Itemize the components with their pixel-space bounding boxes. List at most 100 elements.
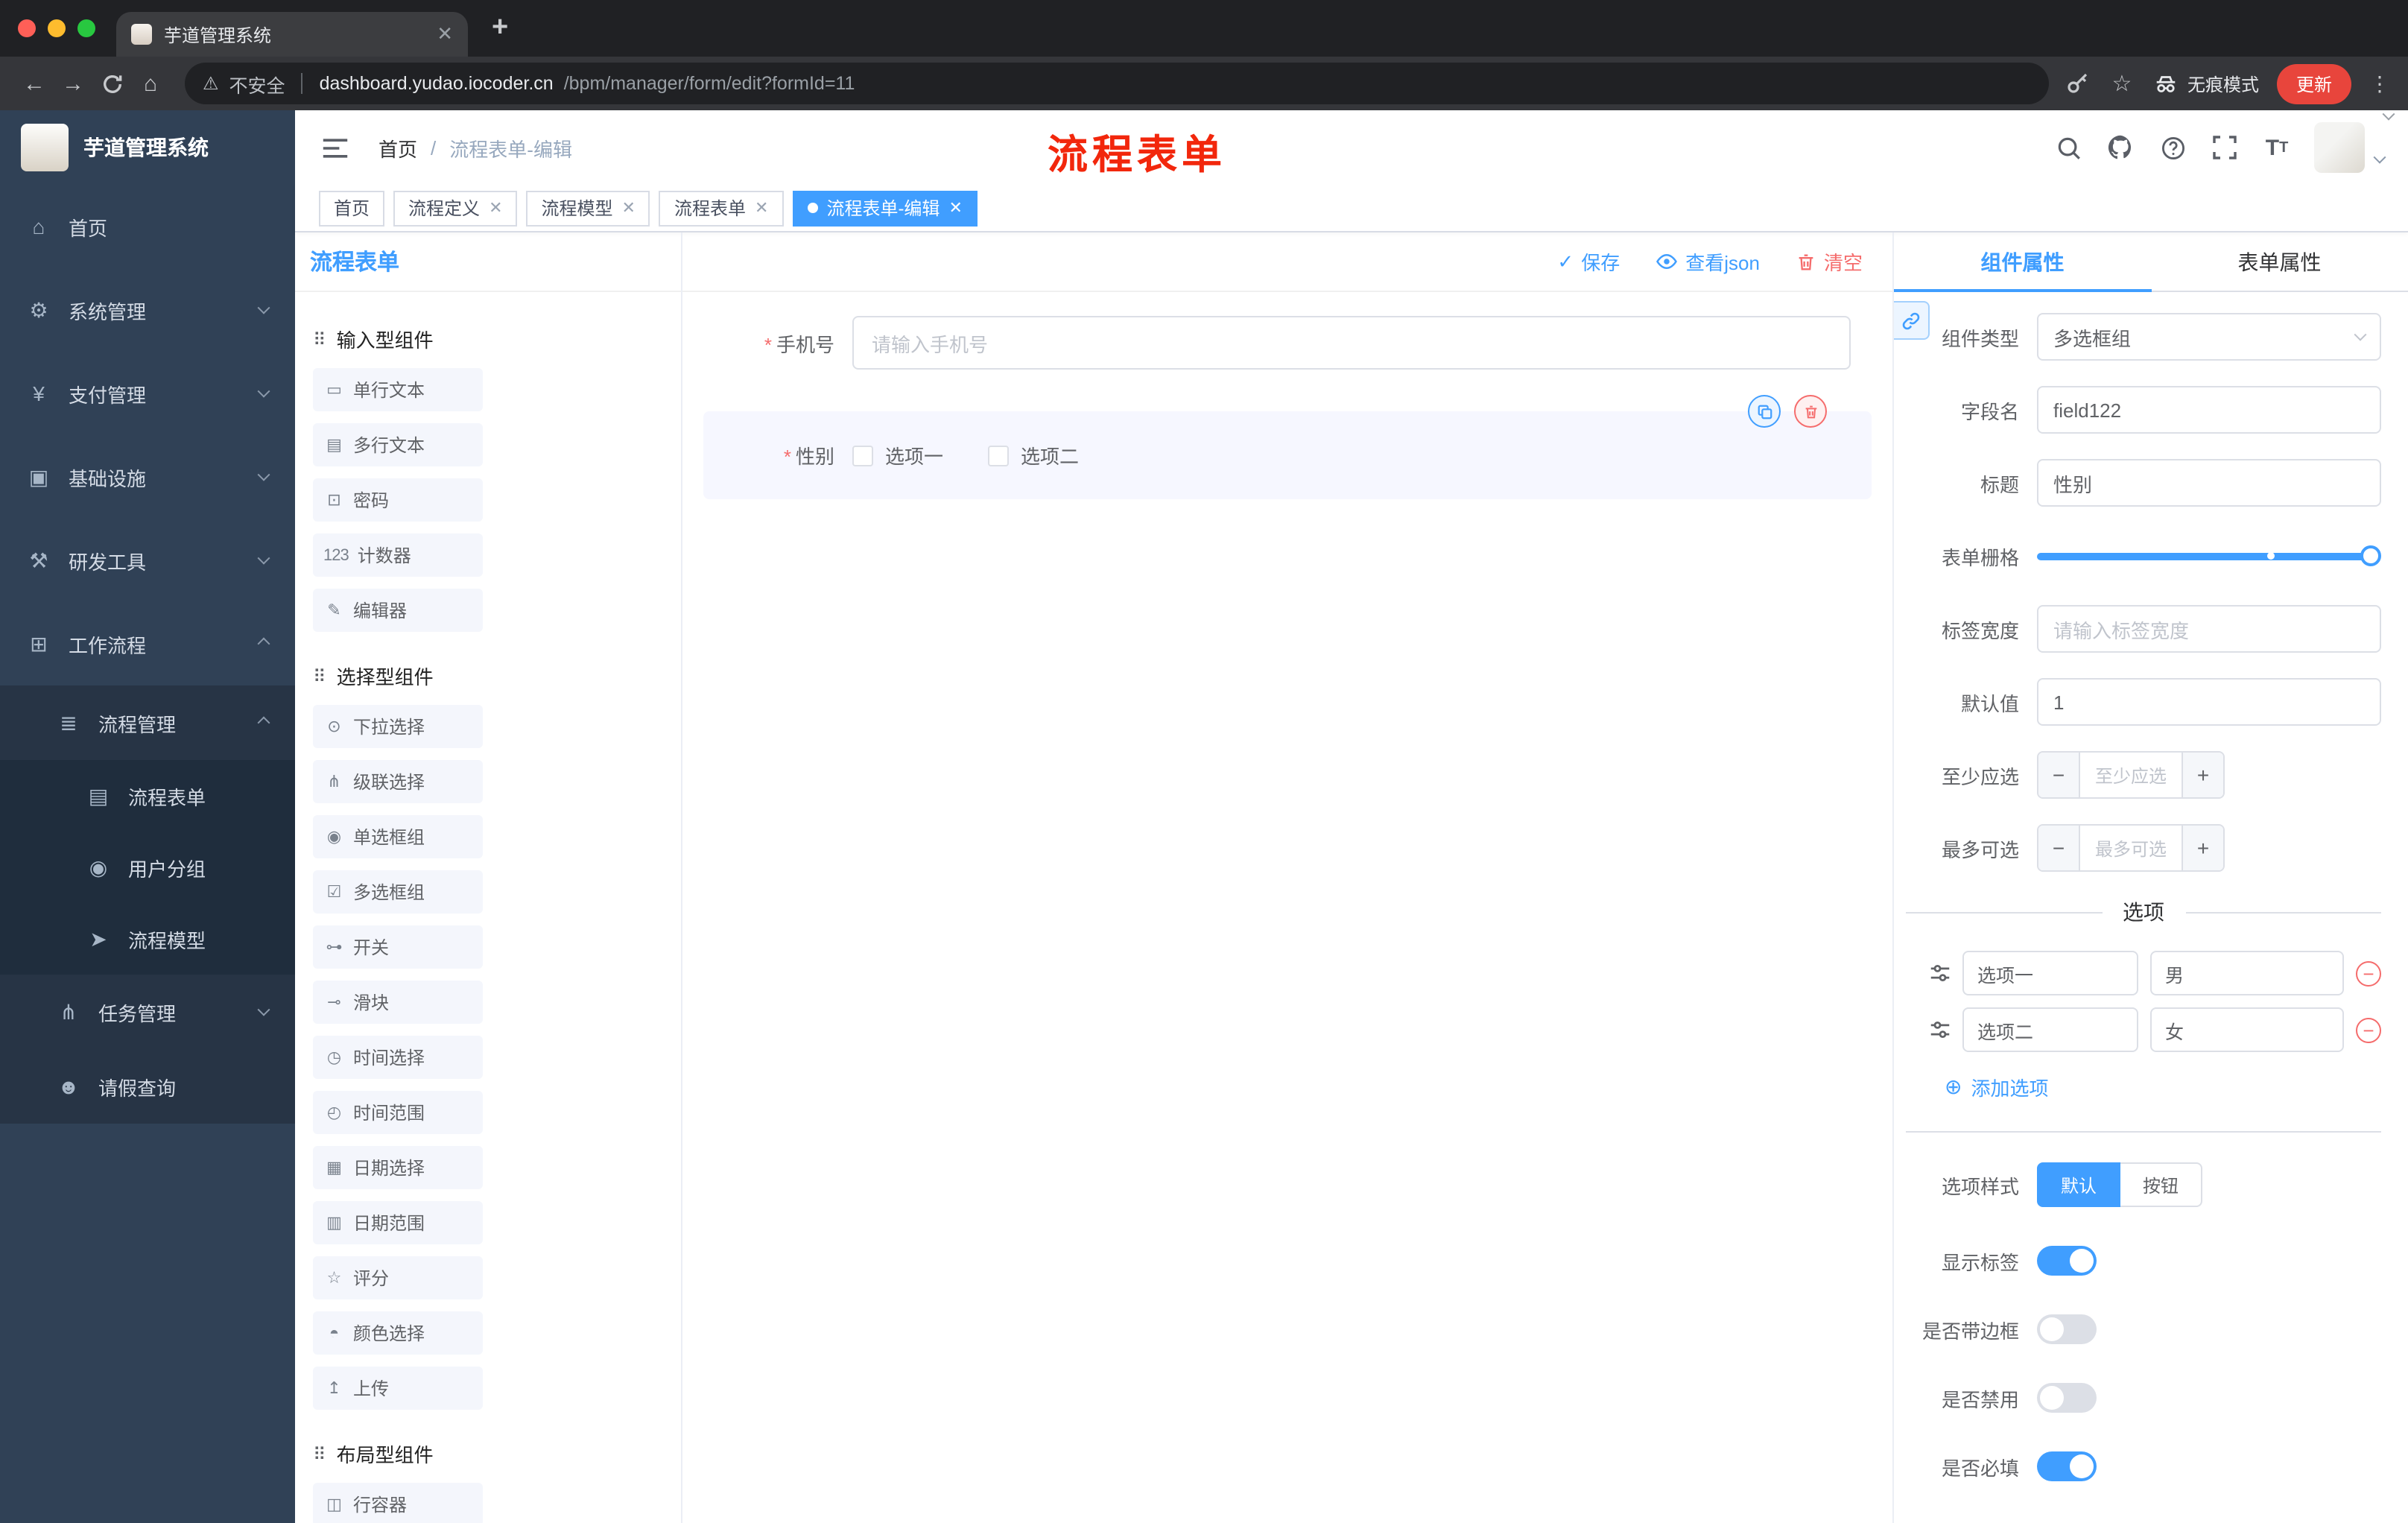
palette-item-single-text[interactable]: ▭ 单行文本 [313,368,483,411]
sidebar-item-process-model[interactable]: ➤ 流程模型 [0,903,295,975]
forward-icon[interactable]: → [54,64,92,103]
palette-item-row-container[interactable]: ◫ 行容器 [313,1483,483,1523]
route-tab-process-model[interactable]: 流程模型 ✕ [526,190,650,226]
sidebar-item-home[interactable]: ⌂ 首页 [0,185,295,268]
option-value-input[interactable]: 男 [2150,951,2344,995]
github-icon[interactable] [2106,133,2135,162]
palette-item-date-picker[interactable]: ▦ 日期选择 [313,1146,483,1189]
save-button[interactable]: ✓ 保存 [1557,247,1620,276]
option-value-input[interactable]: 女 [2150,1007,2344,1052]
palette-item-time-picker[interactable]: ◷ 时间选择 [313,1036,483,1079]
gender-option-1[interactable]: 选项一 [852,441,943,469]
checkbox-icon[interactable] [852,445,873,466]
phone-input[interactable]: 请输入手机号 [852,316,1851,370]
sidebar-item-task-mgmt[interactable]: ⋔ 任务管理 [0,975,295,1049]
border-toggle[interactable] [2037,1314,2097,1344]
increase-button[interactable]: + [2182,826,2223,870]
delete-component-button[interactable] [1794,395,1827,428]
field-phone[interactable]: 手机号 请输入手机号 [703,316,1851,370]
route-tab-process-form[interactable]: 流程表单 ✕ [659,190,784,226]
palette-item-slider[interactable]: ⊸ 滑块 [313,981,483,1024]
palette-item-radio-group[interactable]: ◉ 单选框组 [313,815,483,858]
bookmark-star-icon[interactable]: ☆ [2108,70,2135,97]
sidebar-item-devtools[interactable]: ⚒ 研发工具 [0,519,295,602]
sidebar-item-payment[interactable]: ¥ 支付管理 [0,352,295,435]
field-name-input[interactable]: field122 [2037,386,2381,434]
field-gender-selected[interactable]: 性别 选项一 选项二 [703,395,1872,499]
home-icon[interactable]: ⌂ [131,64,170,103]
close-window-button[interactable] [18,19,36,37]
back-icon[interactable]: ← [15,64,54,103]
sidebar-item-leave-query[interactable]: ☻ 请假查询 [0,1049,295,1124]
search-icon[interactable] [2053,133,2083,162]
sidebar-item-process-mgmt[interactable]: ≣ 流程管理 [0,685,295,760]
palette-item-upload[interactable]: ↥ 上传 [313,1367,483,1410]
browser-tab[interactable]: 芋道管理系统 ✕ [116,12,468,57]
minimize-window-button[interactable] [48,19,66,37]
palette-item-color-picker[interactable]: ◓ 颜色选择 [313,1311,483,1355]
breadcrumb-root[interactable]: 首页 [378,133,417,162]
increase-button[interactable]: + [2182,753,2223,797]
min-select-input[interactable]: 至少应选 [2080,753,2182,797]
clear-button[interactable]: 清空 [1796,247,1863,276]
sidebar-item-process-form[interactable]: ▤ 流程表单 [0,760,295,832]
option-label-input[interactable]: 选项一 [1962,951,2138,995]
palette-item-rate[interactable]: ☆ 评分 [313,1256,483,1299]
palette-item-date-range[interactable]: ▥ 日期范围 [313,1201,483,1244]
palette-item-password[interactable]: ⊡ 密码 [313,478,483,522]
style-default-button[interactable]: 默认 [2037,1162,2121,1207]
max-select-input[interactable]: 最多可选 [2080,826,2182,870]
password-key-icon[interactable] [2064,70,2091,97]
doc-link-button[interactable] [1894,301,1930,340]
route-tab-home[interactable]: 首页 [319,190,385,226]
grid-slider[interactable] [2037,532,2381,580]
new-tab-button[interactable]: + [492,12,508,45]
slider-handle[interactable] [2360,545,2381,566]
default-value-input[interactable]: 1 [2037,678,2381,726]
tab-component-props[interactable]: 组件属性 [1894,232,2151,292]
palette-item-counter[interactable]: 123 计数器 [313,533,483,577]
help-icon[interactable] [2158,133,2187,162]
sidebar-item-infra[interactable]: ▣ 基础设施 [0,435,295,519]
disabled-toggle[interactable] [2037,1383,2097,1413]
drag-handle-icon[interactable] [1930,1019,1951,1040]
decrease-button[interactable]: − [2038,753,2080,797]
palette-item-cascader[interactable]: ⋔ 级联选择 [313,760,483,803]
palette-item-switch[interactable]: ⊶ 开关 [313,925,483,969]
component-type-select[interactable]: 多选框组 [2037,313,2381,361]
drag-handle-icon[interactable] [1930,963,1951,984]
palette-item-multi-text[interactable]: ▤ 多行文本 [313,423,483,466]
palette-item-select[interactable]: ⊙ 下拉选择 [313,705,483,748]
close-icon[interactable]: ✕ [489,198,502,218]
palette-item-editor[interactable]: ✎ 编辑器 [313,589,483,632]
tab-form-props[interactable]: 表单属性 [2151,232,2408,291]
label-width-input[interactable]: 请输入标签宽度 [2037,605,2381,653]
close-icon[interactable]: ✕ [622,198,636,218]
remove-option-button[interactable]: − [2356,960,2381,986]
style-button-button[interactable]: 按钮 [2120,1162,2203,1207]
fullscreen-icon[interactable] [2210,133,2240,162]
update-button[interactable]: 更新 [2276,63,2351,104]
required-toggle[interactable] [2037,1451,2097,1481]
sidebar-item-workflow[interactable]: ⊞ 工作流程 [0,602,295,685]
app-logo[interactable]: 芋道管理系统 [0,110,295,185]
checkbox-icon[interactable] [988,445,1010,466]
route-tab-process-form-edit[interactable]: 流程表单-编辑 ✕ [792,190,978,226]
font-size-icon[interactable]: TT [2262,133,2292,162]
gender-option-2[interactable]: 选项二 [988,441,1079,469]
show-label-toggle[interactable] [2037,1246,2097,1276]
address-bar[interactable]: ⚠ 不安全 dashboard.yudao.iocoder.cn /bpm/ma… [185,63,2049,104]
sidebar-item-user-group[interactable]: ◉ 用户分组 [0,832,295,903]
view-json-button[interactable]: 查看json [1656,247,1760,276]
sidebar-item-system[interactable]: ⚙ 系统管理 [0,268,295,352]
copy-component-button[interactable] [1748,395,1781,428]
palette-item-checkbox-group[interactable]: ☑ 多选框组 [313,870,483,914]
collapse-sidebar-icon[interactable] [319,131,352,164]
add-option-button[interactable]: ⊕ 添加选项 [1945,1073,2381,1101]
palette-item-time-range[interactable]: ◴ 时间范围 [313,1091,483,1134]
browser-menu-icon[interactable]: ⋮ [2369,71,2390,96]
avatar[interactable] [2314,122,2365,173]
zoom-window-button[interactable] [77,19,95,37]
remove-option-button[interactable]: − [2356,1017,2381,1042]
decrease-button[interactable]: − [2038,826,2080,870]
